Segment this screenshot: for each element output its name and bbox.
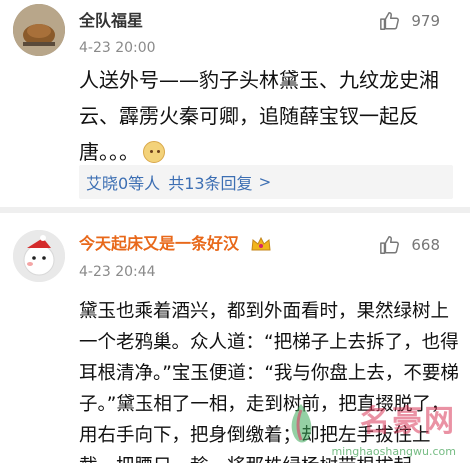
crown-icon [251, 236, 271, 251]
replies-link[interactable]: 艾晓0等人 共13条回复 > [79, 165, 453, 199]
avatar-image [13, 230, 65, 282]
timestamp: 4-23 20:00 [79, 40, 156, 56]
chevron-right-icon: > [258, 173, 272, 191]
emoji-icon [143, 141, 165, 163]
like-button[interactable]: 668 [379, 234, 440, 256]
comment-1: 全队福星 4-23 20:00 979 人送外号——豹子头林黛玉、九纹龙史湘云、… [0, 0, 470, 205]
username[interactable]: 今天起床又是一条好汉 [79, 233, 239, 255]
reply-users: 艾晓0等人 [86, 174, 161, 193]
timestamp: 4-23 20:44 [79, 264, 156, 280]
thumbs-up-icon [380, 12, 400, 30]
reply-count: 共13条回复 [168, 174, 253, 193]
watermark-url: minghaoshangwu.com [331, 445, 456, 458]
watermark: 名豪网 minghaoshangwu.com [281, 394, 456, 460]
watermark-title: 名豪网 [360, 404, 456, 439]
avatar[interactable] [13, 4, 65, 56]
avatar[interactable] [13, 230, 65, 282]
thumbs-up-icon [380, 236, 400, 254]
like-button[interactable]: 979 [379, 10, 440, 32]
like-count: 668 [411, 236, 440, 254]
username[interactable]: 全队福星 [79, 10, 143, 32]
comment-text: 人送外号——豹子头林黛玉、九纹龙史湘云、霹雳火秦可卿，追随薛宝钗一起反唐。。。 [79, 68, 439, 164]
avatar-image [13, 4, 65, 56]
watermark-logo-icon [291, 404, 312, 443]
like-count: 979 [411, 12, 440, 30]
